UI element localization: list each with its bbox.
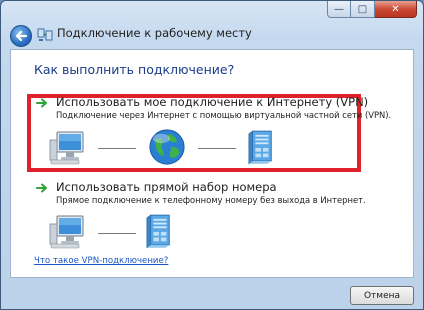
content-panel: Как выполнить подключение? Использовать … <box>10 49 414 278</box>
vpn-help-link[interactable]: Что такое VPN-подключение? <box>34 256 168 266</box>
server-icon <box>146 214 170 249</box>
maximize-button[interactable]: □ <box>351 1 375 18</box>
minimize-button[interactable]: — <box>327 1 351 18</box>
computer-icon <box>49 131 84 165</box>
globe-icon <box>149 129 185 165</box>
option-dialup-description: Прямое подключение к телефонному номеру … <box>56 195 366 205</box>
server-icon <box>248 130 272 165</box>
connection-line <box>98 233 136 234</box>
connection-line <box>98 148 136 149</box>
wizard-title: Подключение к рабочему месту <box>57 26 252 40</box>
wizard-window: — □ ✕ Подключение к рабочему месту Как в… <box>0 0 424 310</box>
network-connection-icon <box>37 28 53 41</box>
connection-line <box>198 148 236 149</box>
close-button[interactable]: ✕ <box>375 1 417 18</box>
option-vpn-description: Подключение через Интернет с помощью вир… <box>56 110 392 120</box>
option-vpn-title[interactable]: Использовать мое подключение к Интернету… <box>56 95 368 109</box>
cancel-button[interactable]: Отмена <box>350 286 414 305</box>
computer-icon <box>49 215 84 249</box>
question-heading: Как выполнить подключение? <box>34 62 235 77</box>
green-arrow-icon <box>36 98 47 108</box>
back-button[interactable] <box>10 25 32 47</box>
green-arrow-icon <box>36 183 47 193</box>
caption-buttons: — □ ✕ <box>327 1 417 20</box>
back-arrow-icon <box>15 30 28 42</box>
option-dialup-title[interactable]: Использовать прямой набор номера <box>56 180 277 194</box>
